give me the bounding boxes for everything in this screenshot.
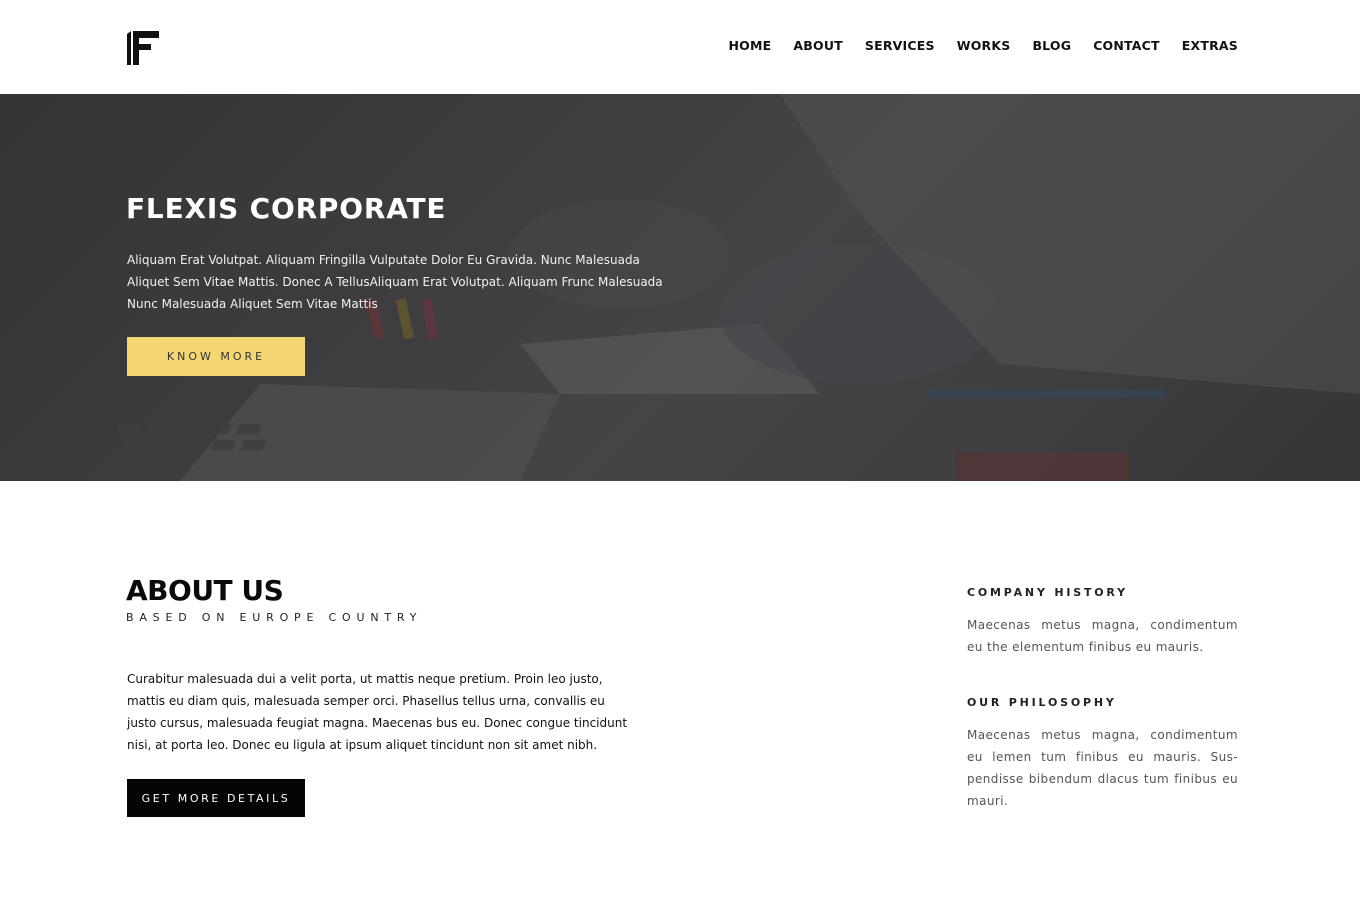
hero-description: Aliquam Erat Volutpat. Aliquam Fringilla…	[127, 253, 663, 311]
our-philosophy-heading: OUR PHILOSOPHY	[967, 696, 1117, 709]
company-history-text: Maecenas metus magna, condimentum eu the…	[967, 618, 1238, 654]
about-subtitle: BASED ON EUROPE COUNTRY	[126, 611, 423, 624]
nav-blog[interactable]: BLOG	[1032, 38, 1071, 53]
flexis-logo-icon[interactable]	[127, 30, 160, 65]
about-body: Curabitur malesuada dui a velit porta, u…	[127, 672, 628, 752]
nav-services[interactable]: SERVICES	[865, 38, 935, 53]
main-nav: HOME ABOUT SERVICES WORKS BLOG CONTACT E…	[707, 38, 1238, 53]
nav-works[interactable]: WORKS	[957, 38, 1011, 53]
hero-banner: FLEXIS CORPORATE Aliquam Erat Volutpat. …	[0, 94, 1360, 481]
nav-home[interactable]: HOME	[729, 38, 772, 53]
nav-contact[interactable]: CONTACT	[1093, 38, 1160, 53]
company-history-heading: COMPANY HISTORY	[967, 586, 1128, 599]
our-philosophy-text: Maecenas metus magna, condimentum eu lem…	[967, 728, 1238, 808]
know-more-button[interactable]: KNOW MORE	[127, 337, 305, 376]
site-header: HOME ABOUT SERVICES WORKS BLOG CONTACT E…	[0, 0, 1360, 94]
nav-about[interactable]: ABOUT	[793, 38, 843, 53]
nav-extras[interactable]: EXTRAS	[1182, 38, 1238, 53]
get-more-details-button[interactable]: GET MORE DETAILS	[127, 779, 305, 817]
about-title: ABOUT US	[126, 574, 284, 607]
hero-title: FLEXIS CORPORATE	[126, 192, 447, 225]
